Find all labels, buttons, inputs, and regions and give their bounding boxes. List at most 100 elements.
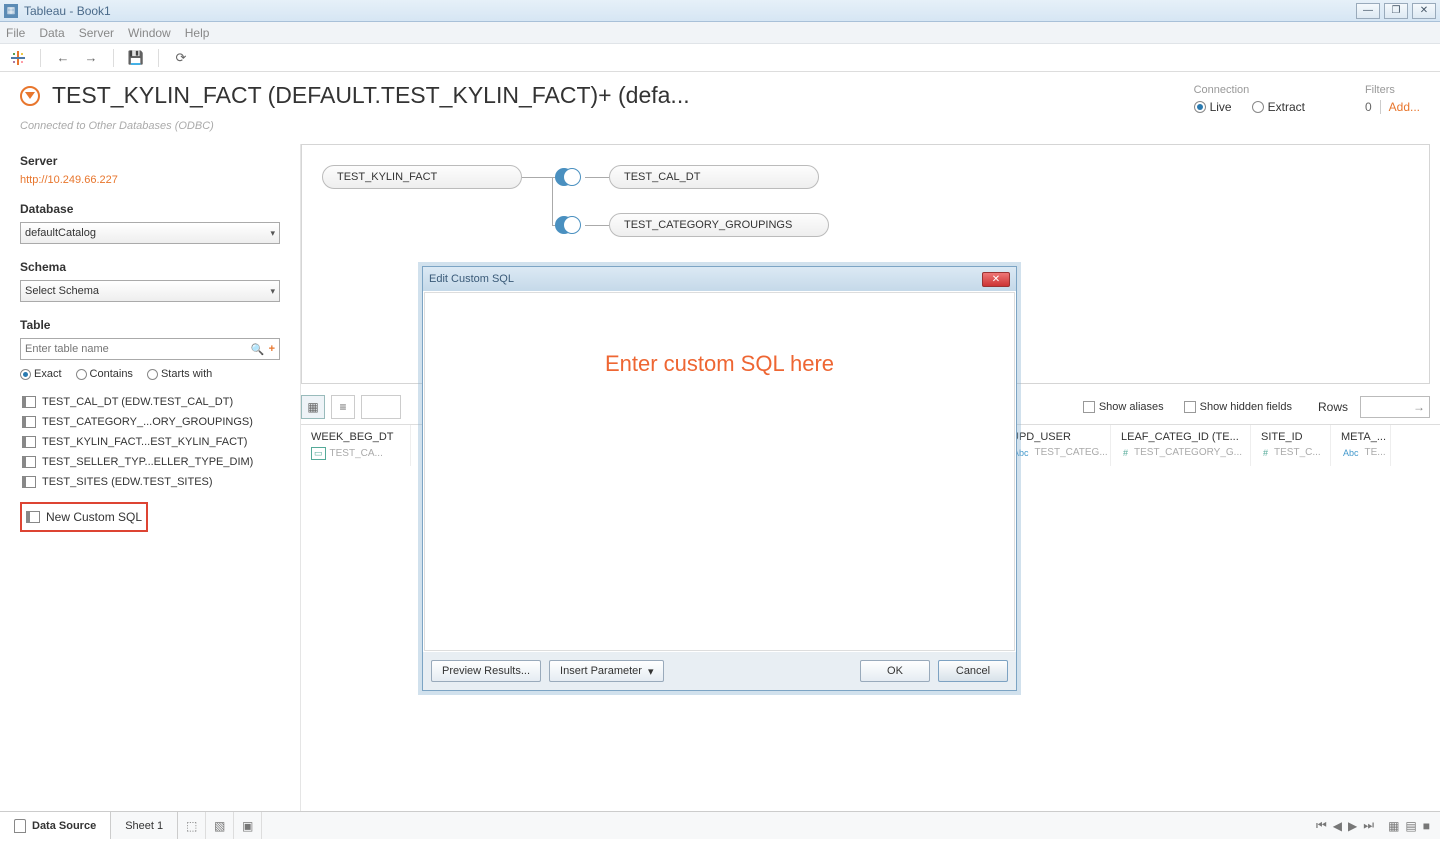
new-custom-sql[interactable]: New Custom SQL [20,502,148,532]
next-tab-icon[interactable]: ▶ [1348,819,1357,833]
table-list: TEST_CAL_DT (EDW.TEST_CAL_DT) TEST_CATEG… [20,392,280,492]
match-starts-radio[interactable]: Starts with [147,368,212,380]
bottom-tabs: Data Source Sheet 1 ⬚ ▧ ▣ ⏮ ◀ ▶ ⏭ ▦ ▤ ■ [0,811,1440,839]
server-url-link[interactable]: http://10.249.66.227 [20,174,280,186]
save-icon[interactable]: 💾 [128,50,144,66]
show-filmstrip-icon[interactable]: ▦ [1388,819,1399,833]
database-label: Database [20,202,280,216]
insert-parameter-button[interactable]: Insert Parameter ▾ [549,660,664,682]
new-worksheet-icon[interactable]: ⬚ [178,812,206,839]
join-icon[interactable] [555,168,581,186]
table-item[interactable]: TEST_CAL_DT (EDW.TEST_CAL_DT) [20,392,280,412]
preview-results-button[interactable]: Preview Results... [431,660,541,682]
table-pill-cat[interactable]: TEST_CATEGORY_GROUPINGS [609,213,829,237]
sql-icon [26,511,40,523]
add-table-icon[interactable]: + [269,343,275,355]
table-item[interactable]: TEST_SELLER_TYP...ELLER_TYPE_DIM) [20,452,280,472]
new-story-icon[interactable]: ▣ [234,812,262,839]
separator [158,49,159,67]
menu-window[interactable]: Window [128,26,171,40]
join-connector [585,177,609,178]
dialog-close-button[interactable]: ✕ [982,272,1010,287]
table-icon [22,476,36,488]
dialog-title: Edit Custom SQL [429,273,514,285]
join-connector [522,177,552,178]
connected-label: Connected to Other Databases (ODBC) [0,114,1440,144]
column-header[interactable]: SITE_ID #TEST_C... [1251,425,1331,466]
sort-button[interactable] [361,395,401,419]
filters-count: 0 [1365,100,1381,114]
show-aliases-checkbox[interactable]: Show aliases [1083,401,1164,413]
table-item[interactable]: TEST_KYLIN_FACT...EST_KYLIN_FACT) [20,432,280,452]
window-title: Tableau - Book1 [24,4,1356,18]
menu-help[interactable]: Help [185,26,210,40]
connection-extract-radio[interactable]: Extract [1252,100,1305,114]
connection-group: Connection Live Extract [1194,84,1305,114]
sql-textarea[interactable]: Enter custom SQL here [424,292,1015,651]
show-sorter-icon[interactable]: ▤ [1405,819,1416,833]
list-view-button[interactable]: ≡ [331,395,355,419]
new-dashboard-icon[interactable]: ▧ [206,812,234,839]
number-type-icon: # [1261,448,1270,458]
maximize-button[interactable]: ❐ [1384,3,1408,19]
connection-live-radio[interactable]: Live [1194,100,1232,114]
menu-server[interactable]: Server [79,26,114,40]
annotation-text: Enter custom SQL here [605,351,834,377]
table-item[interactable]: TEST_CATEGORY_...ORY_GROUPINGS) [20,412,280,432]
connection-label: Connection [1194,84,1305,96]
table-item[interactable]: TEST_SITES (EDW.TEST_SITES) [20,472,280,492]
filters-group: Filters 0 Add... [1365,84,1420,114]
column-header[interactable]: WEEK_BEG_DT ▭TEST_CA... [301,425,411,466]
join-connector [585,225,609,226]
table-search[interactable]: 🔍 + [20,338,280,360]
rows-input[interactable]: → [1360,396,1430,418]
column-header[interactable]: LEAF_CATEG_ID (TE... #TEST_CATEGORY_G... [1111,425,1251,466]
join-connector [552,177,553,225]
close-window-button[interactable]: ✕ [1412,3,1436,19]
date-type-icon: ▭ [311,447,326,460]
match-exact-radio[interactable]: Exact [20,368,62,380]
cancel-button[interactable]: Cancel [938,660,1008,682]
column-header[interactable]: UPD_USER AbcTEST_CATEG... [1001,425,1111,466]
show-hidden-checkbox[interactable]: Show hidden fields [1184,401,1292,413]
grid-view-button[interactable]: ▦ [301,395,325,419]
show-tabs-icon[interactable]: ■ [1423,819,1430,833]
rows-label: Rows [1318,400,1348,414]
search-icon[interactable]: 🔍 [251,343,265,356]
last-tab-icon[interactable]: ⏭ [1363,818,1374,833]
prev-tab-icon[interactable]: ◀ [1333,819,1342,833]
menu-file[interactable]: File [6,26,25,40]
column-header[interactable]: META_... AbcTE... [1331,425,1391,466]
back-icon[interactable]: ← [55,50,71,66]
app-icon: ▦ [4,4,18,18]
schema-select[interactable]: Select Schema [20,280,280,302]
dialog-titlebar[interactable]: Edit Custom SQL ✕ [423,267,1016,291]
tableau-logo-icon[interactable] [10,50,26,66]
datasource-title: TEST_KYLIN_FACT (DEFAULT.TEST_KYLIN_FACT… [52,82,1174,109]
menu-data[interactable]: Data [39,26,64,40]
server-label: Server [20,154,280,168]
table-pill-cal[interactable]: TEST_CAL_DT [609,165,819,189]
menu-bar: File Data Server Window Help [0,22,1440,44]
data-source-tab[interactable]: Data Source [0,812,111,839]
table-pill-fact[interactable]: TEST_KYLIN_FACT [322,165,522,189]
schema-label: Schema [20,260,280,274]
datasource-menu-icon[interactable] [20,86,40,106]
ok-button[interactable]: OK [860,660,930,682]
sheet1-tab[interactable]: Sheet 1 [111,812,178,839]
left-pane: Server http://10.249.66.227 Database def… [0,144,300,823]
minimize-button[interactable]: — [1356,3,1380,19]
database-select[interactable]: defaultCatalog [20,222,280,244]
first-tab-icon[interactable]: ⏮ [1316,818,1327,833]
forward-icon[interactable]: → [83,50,99,66]
datasource-icon [14,819,26,833]
edit-custom-sql-dialog: Edit Custom SQL ✕ Enter custom SQL here … [422,266,1017,691]
table-label: Table [20,318,280,332]
filters-add-link[interactable]: Add... [1389,100,1420,114]
table-search-input[interactable] [25,343,247,355]
separator [113,49,114,67]
dialog-footer: Preview Results... Insert Parameter ▾ OK… [423,652,1016,690]
join-icon[interactable] [555,216,581,234]
match-contains-radio[interactable]: Contains [76,368,133,380]
refresh-icon[interactable]: ⟳ [173,50,189,66]
